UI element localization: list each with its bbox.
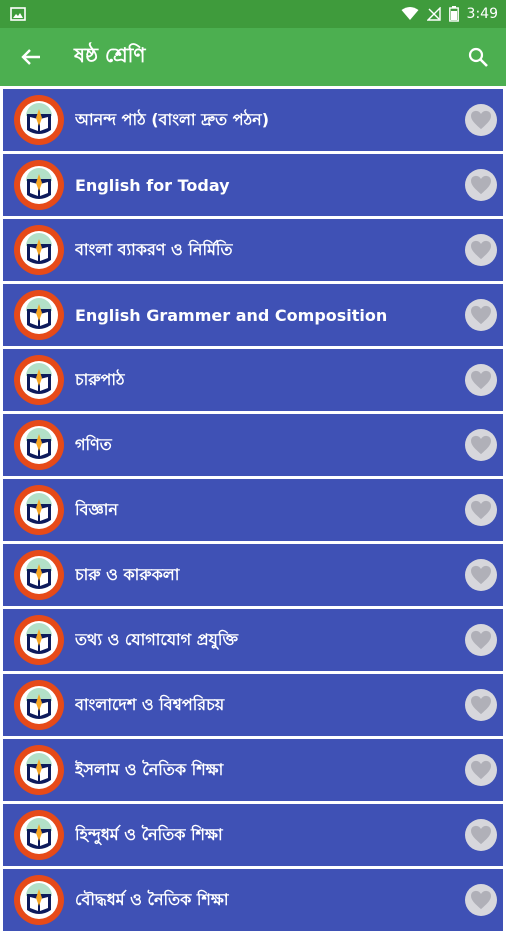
- wifi-icon: [401, 7, 419, 20]
- favorite-button[interactable]: [465, 494, 497, 526]
- gallery-notification-icon: [10, 7, 26, 21]
- heart-icon: [471, 695, 491, 715]
- favorite-button[interactable]: [465, 299, 497, 331]
- status-time: 3:49: [466, 6, 498, 22]
- book-title: চারু ও কারুকলা: [75, 564, 180, 584]
- app-bar: ষষ্ঠ শ্রেণি: [0, 28, 506, 86]
- heart-icon: [471, 565, 491, 585]
- battery-icon: [448, 6, 459, 22]
- favorite-button[interactable]: [465, 819, 497, 851]
- heart-icon: [471, 305, 491, 325]
- list-item[interactable]: English Grammer and Composition: [3, 284, 503, 346]
- heart-icon: [471, 175, 491, 195]
- list-item[interactable]: English for Today: [3, 154, 503, 216]
- list-item[interactable]: চারুপাঠ: [3, 349, 503, 411]
- list-item[interactable]: আনন্দ পাঠ (বাংলা দ্রুত পঠন): [3, 89, 503, 151]
- book-list: আনন্দ পাঠ (বাংলা দ্রুত পঠন) English for …: [0, 86, 506, 931]
- list-item[interactable]: গণিত: [3, 414, 503, 476]
- book-title: তথ্য ও যোগাযোগ প্রযুক্তি: [75, 629, 239, 649]
- heart-icon: [471, 110, 491, 130]
- list-item[interactable]: তথ্য ও যোগাযোগ প্রযুক্তি: [3, 609, 503, 671]
- book-logo-icon: [14, 680, 64, 730]
- heart-icon: [471, 240, 491, 260]
- list-item[interactable]: বাংলা ব্যাকরণ ও নির্মিতি: [3, 219, 503, 281]
- book-logo-icon: [14, 615, 64, 665]
- search-icon: [468, 47, 488, 67]
- list-item[interactable]: হিন্দুধর্ম ও নৈতিক শিক্ষা: [3, 804, 503, 866]
- book-logo-icon: [14, 355, 64, 405]
- heart-icon: [471, 890, 491, 910]
- list-item[interactable]: ইসলাম ও নৈতিক শিক্ষা: [3, 739, 503, 801]
- no-signal-icon: [426, 7, 441, 21]
- book-title: English Grammer and Composition: [75, 305, 388, 325]
- book-logo-icon: [14, 810, 64, 860]
- favorite-button[interactable]: [465, 624, 497, 656]
- status-bar: 3:49: [0, 0, 506, 28]
- book-logo-icon: [14, 420, 64, 470]
- book-title: English for Today: [75, 175, 230, 195]
- favorite-button[interactable]: [465, 169, 497, 201]
- list-item[interactable]: বিজ্ঞান: [3, 479, 503, 541]
- favorite-button[interactable]: [465, 884, 497, 916]
- search-button[interactable]: [462, 41, 494, 73]
- arrow-back-icon: [21, 49, 40, 65]
- favorite-button[interactable]: [465, 364, 497, 396]
- list-item[interactable]: চারু ও কারুকলা: [3, 544, 503, 606]
- page-title: ষষ্ঠ শ্রেণি: [74, 42, 146, 67]
- favorite-button[interactable]: [465, 104, 497, 136]
- list-item[interactable]: বাংলাদেশ ও বিশ্বপরিচয়: [3, 674, 503, 736]
- book-logo-icon: [14, 95, 64, 145]
- book-logo-icon: [14, 550, 64, 600]
- book-logo-icon: [14, 225, 64, 275]
- favorite-button[interactable]: [465, 559, 497, 591]
- book-title: বিজ্ঞান: [75, 499, 118, 519]
- back-button[interactable]: [18, 44, 44, 70]
- book-title: চারুপাঠ: [75, 369, 125, 389]
- heart-icon: [471, 760, 491, 780]
- heart-icon: [471, 370, 491, 390]
- heart-icon: [471, 630, 491, 650]
- book-logo-icon: [14, 290, 64, 340]
- heart-icon: [471, 435, 491, 455]
- favorite-button[interactable]: [465, 234, 497, 266]
- book-title: ইসলাম ও নৈতিক শিক্ষা: [75, 759, 224, 779]
- heart-icon: [471, 500, 491, 520]
- book-title: বৌদ্ধধর্ম ও নৈতিক শিক্ষা: [75, 889, 229, 909]
- book-title: গণিত: [75, 434, 112, 454]
- favorite-button[interactable]: [465, 429, 497, 461]
- book-logo-icon: [14, 485, 64, 535]
- favorite-button[interactable]: [465, 754, 497, 786]
- book-title: হিন্দুধর্ম ও নৈতিক শিক্ষা: [75, 824, 223, 844]
- book-logo-icon: [14, 875, 64, 925]
- book-logo-icon: [14, 745, 64, 795]
- heart-icon: [471, 825, 491, 845]
- book-title: বাংলাদেশ ও বিশ্বপরিচয়: [75, 694, 225, 714]
- favorite-button[interactable]: [465, 689, 497, 721]
- book-title: আনন্দ পাঠ (বাংলা দ্রুত পঠন): [75, 109, 270, 129]
- book-logo-icon: [14, 160, 64, 210]
- book-title: বাংলা ব্যাকরণ ও নির্মিতি: [75, 239, 233, 259]
- list-item[interactable]: বৌদ্ধধর্ম ও নৈতিক শিক্ষা: [3, 869, 503, 931]
